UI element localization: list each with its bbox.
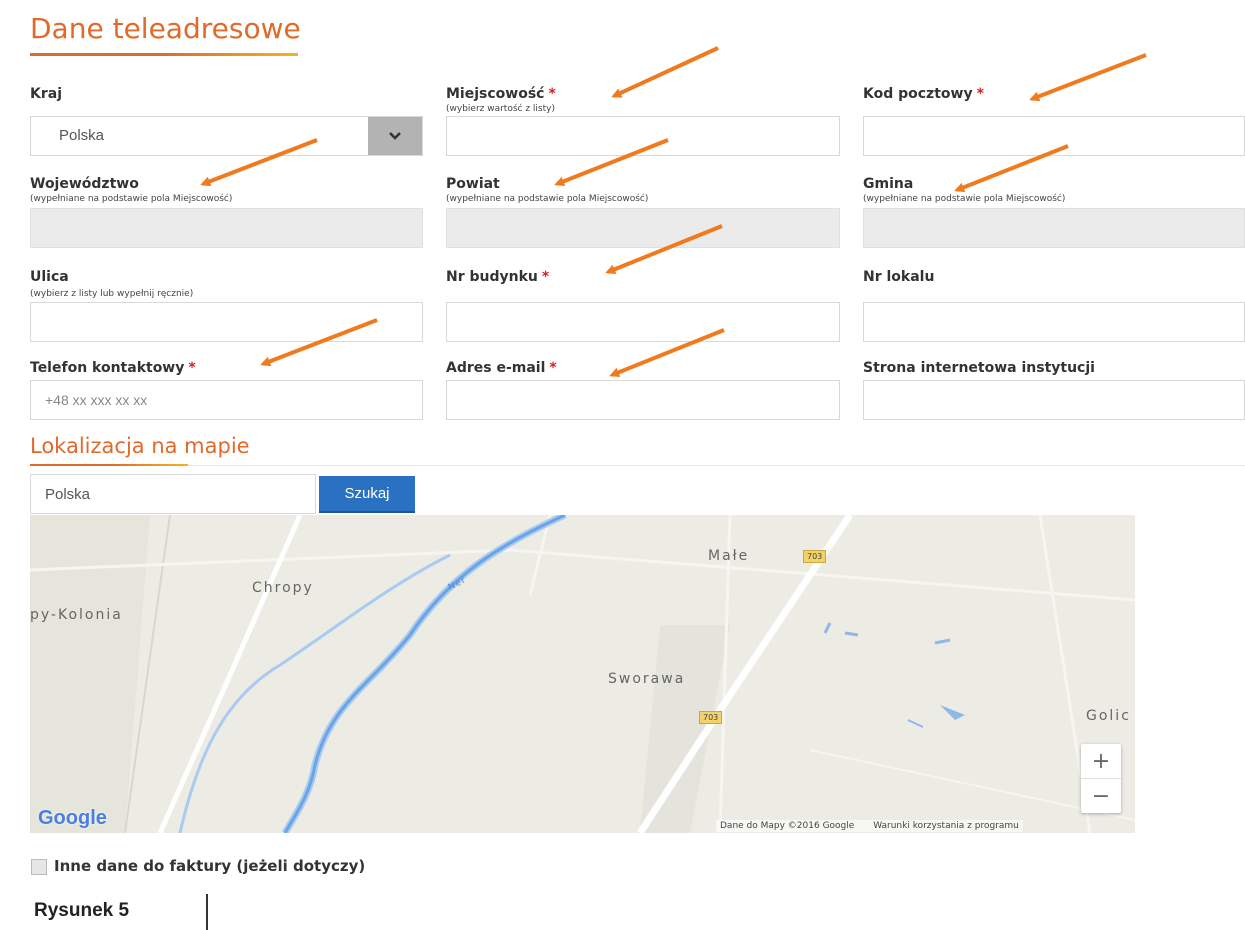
map-zoom-control: + − bbox=[1081, 744, 1121, 813]
required-marker: * bbox=[549, 360, 557, 376]
chevron-down-icon bbox=[389, 132, 401, 140]
zoom-in-button[interactable]: + bbox=[1081, 744, 1121, 779]
label-kraj: Kraj bbox=[30, 86, 62, 102]
required-marker: * bbox=[548, 86, 556, 102]
nr-lokalu-input[interactable] bbox=[863, 302, 1245, 342]
email-input[interactable] bbox=[446, 380, 840, 420]
hint-ulica: (wybierz z listy lub wypełnij ręcznie) bbox=[30, 289, 194, 299]
hint-wojewodztwo: (wypełniane na podstawie pola Miejscowoś… bbox=[30, 194, 233, 204]
nr-budynku-input[interactable] bbox=[446, 302, 840, 342]
label-gmina: Gmina bbox=[863, 176, 914, 192]
label-email: Adres e-mail * bbox=[446, 360, 557, 376]
label-nr-lokalu: Nr lokalu bbox=[863, 269, 935, 285]
zoom-out-button[interactable]: − bbox=[1081, 779, 1121, 813]
road-shield-703-b: 703 bbox=[699, 711, 723, 724]
label-ulica: Ulica bbox=[30, 269, 69, 285]
label-kod-pocztowy: Kod pocztowy * bbox=[863, 86, 984, 102]
google-logo: Google bbox=[38, 807, 107, 829]
gmina-input bbox=[863, 208, 1245, 248]
required-marker: * bbox=[541, 269, 550, 285]
arrow-miejscowosc bbox=[611, 46, 719, 98]
label-miejscowosc: Miejscowość * bbox=[446, 86, 556, 102]
map-search-button[interactable]: Szukaj bbox=[319, 476, 415, 513]
map-label-chropy: Chropy bbox=[252, 580, 314, 596]
ulica-input[interactable] bbox=[30, 302, 423, 342]
required-marker: * bbox=[976, 86, 984, 102]
map-attribution: Dane do Mapy ©2016 Google Warunki korzys… bbox=[716, 820, 1023, 832]
invoice-checkbox[interactable] bbox=[31, 859, 47, 875]
required-marker: * bbox=[188, 360, 196, 376]
caption-divider bbox=[206, 894, 208, 930]
map-search-input[interactable] bbox=[30, 474, 316, 514]
map-label-male: Małe bbox=[708, 548, 750, 564]
title-underline bbox=[30, 53, 298, 56]
kod-pocztowy-input[interactable] bbox=[863, 116, 1245, 156]
map-section-title: Lokalizacja na mapie bbox=[30, 434, 250, 458]
label-wojewodztwo: Województwo bbox=[30, 176, 139, 192]
label-nr-budynku: Nr budynku * bbox=[446, 269, 550, 285]
strona-input[interactable] bbox=[863, 380, 1245, 420]
miejscowosc-input[interactable] bbox=[446, 116, 840, 156]
label-telefon: Telefon kontaktowy * bbox=[30, 360, 196, 376]
road-shield-703: 703 bbox=[803, 550, 827, 563]
map-label-kolonia: py-Kolonia bbox=[30, 607, 123, 623]
label-strona: Strona internetowa instytucji bbox=[863, 360, 1095, 376]
map-graphics bbox=[30, 515, 1135, 833]
wojewodztwo-input bbox=[30, 208, 423, 248]
powiat-input bbox=[446, 208, 840, 248]
map-terms-link[interactable]: Warunki korzystania z programu bbox=[873, 821, 1019, 831]
telefon-input[interactable] bbox=[30, 380, 423, 420]
hint-miejscowosc: (wybierz wartość z listy) bbox=[446, 104, 555, 114]
arrow-kod-pocztowy bbox=[1029, 53, 1147, 102]
section-title: Dane teleadresowe bbox=[30, 12, 301, 45]
kraj-select-toggle[interactable] bbox=[368, 117, 422, 155]
map-title-underline bbox=[30, 464, 188, 466]
map-label-sworawa: Sworawa bbox=[608, 671, 686, 687]
label-powiat: Powiat bbox=[446, 176, 500, 192]
map-label-golic: Golic bbox=[1086, 708, 1131, 724]
kraj-select[interactable]: Polska bbox=[30, 116, 423, 156]
invoice-checkbox-label[interactable]: Inne dane do faktury (jeżeli dotyczy) bbox=[54, 857, 365, 875]
hint-gmina: (wypełniane na podstawie pola Miejscowoś… bbox=[863, 194, 1066, 204]
kraj-select-value: Polska bbox=[59, 127, 105, 144]
map-title-divider bbox=[188, 465, 1245, 466]
figure-caption: Rysunek 5 bbox=[34, 900, 130, 921]
map-canvas[interactable]: Małe Chropy py-Kolonia Sworawa Golic Ner… bbox=[30, 515, 1135, 833]
hint-powiat: (wypełniane na podstawie pola Miejscowoś… bbox=[446, 194, 649, 204]
